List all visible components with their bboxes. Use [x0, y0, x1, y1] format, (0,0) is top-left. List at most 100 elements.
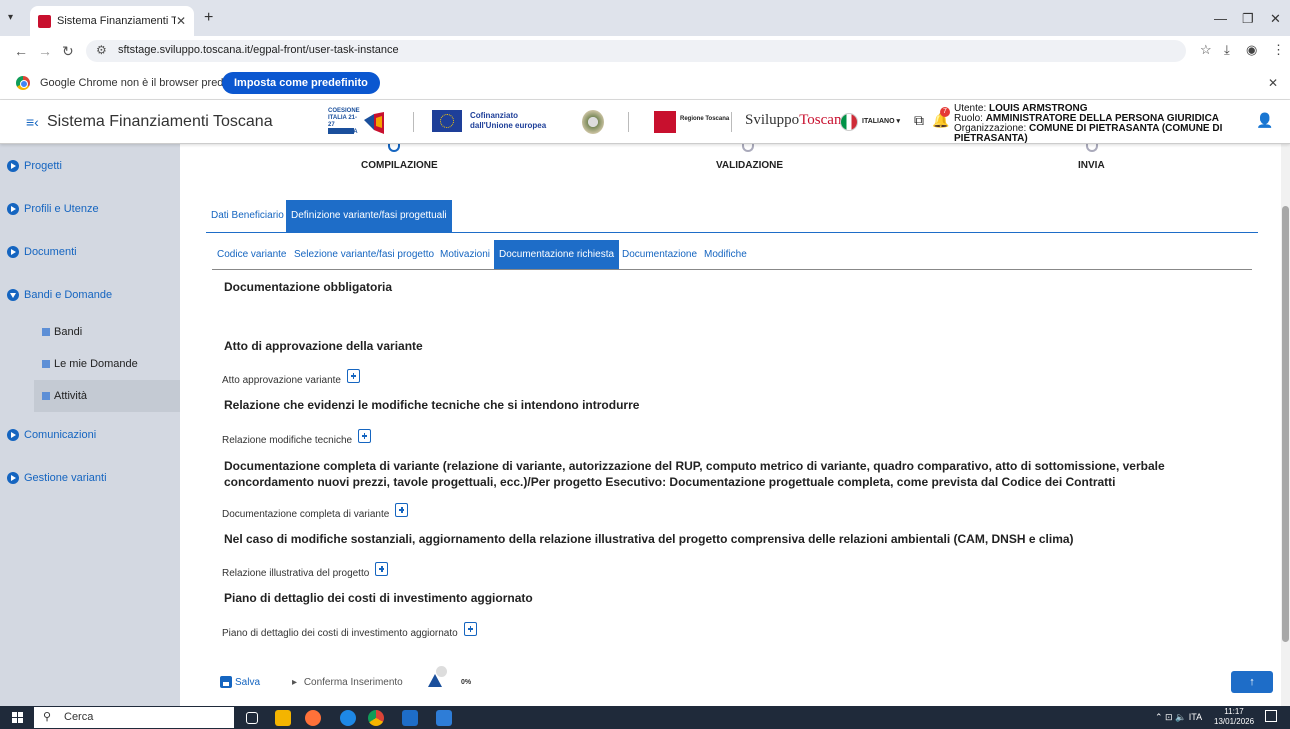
- expand-icon: [7, 203, 19, 215]
- tab-modifiche[interactable]: Modifiche: [699, 240, 752, 269]
- tab-documentazione[interactable]: Documentazione: [617, 240, 702, 269]
- scroll-to-top-button[interactable]: ↑: [1231, 671, 1273, 693]
- step-node-icon: [388, 144, 400, 152]
- set-default-button[interactable]: Imposta come predefinito: [222, 72, 380, 94]
- section-title-atto: Atto di approvazione della variante: [224, 339, 423, 353]
- sidebar-item-bandi-domande[interactable]: Bandi e Domande: [7, 285, 112, 305]
- upload-icon[interactable]: [463, 622, 477, 636]
- upload-icon[interactable]: [375, 562, 389, 576]
- step-node-icon: [742, 144, 754, 152]
- reload-icon[interactable]: ↻: [62, 43, 74, 60]
- app-icon-2[interactable]: [436, 710, 452, 726]
- collapse-icon: [7, 289, 19, 301]
- address-bar-row: ← → ↻ ⚙ sftstage.sviluppo.toscana.it/egp…: [0, 36, 1290, 66]
- doc-row-atto: Atto approvazione variante: [222, 369, 360, 387]
- step-node-icon: [1086, 144, 1098, 152]
- regione-toscana-logo-icon: [654, 111, 676, 133]
- tab-codice-variante[interactable]: Codice variante: [212, 240, 291, 269]
- upload-icon[interactable]: [346, 369, 360, 383]
- step-invia: INVIA: [1078, 160, 1105, 171]
- sidebar-item-documenti[interactable]: Documenti: [7, 242, 77, 262]
- save-button[interactable]: Salva: [220, 676, 260, 688]
- minimize-icon[interactable]: —: [1214, 11, 1227, 26]
- tab-title: Sistema Finanziamenti Toscana: [57, 15, 176, 27]
- firefox-icon[interactable]: [305, 710, 321, 726]
- new-tab-icon[interactable]: +: [204, 9, 213, 27]
- windows-taskbar: ⚲ Cerca ⌃ ⊡ 🔈 ITA 11:17 13/01/2026: [0, 706, 1290, 729]
- section-title-modifiche-sostanziali: Nel caso di modifiche sostanziali, aggio…: [224, 532, 1074, 546]
- tab-motivazioni[interactable]: Motivazioni: [435, 240, 495, 269]
- doc-row-relazione-illustrativa: Relazione illustrativa del progetto: [222, 562, 389, 580]
- favicon-icon: [38, 14, 51, 28]
- switch-profile-icon[interactable]: ⧉: [914, 112, 924, 129]
- forward-icon[interactable]: →: [38, 43, 52, 59]
- page-scrollbar-thumb[interactable]: [1282, 206, 1289, 642]
- menu-toggle-icon[interactable]: ≡‹: [26, 114, 39, 130]
- eu-flag-icon: [432, 110, 462, 132]
- infobar-close-icon[interactable]: ✕: [1268, 76, 1278, 90]
- notification-badge: 7: [940, 107, 950, 117]
- app-icon[interactable]: [340, 710, 356, 726]
- taskbar-search[interactable]: ⚲ Cerca: [34, 707, 234, 728]
- bullet-icon: [42, 360, 50, 368]
- chrome-icon: [16, 76, 30, 90]
- restore-icon[interactable]: ❐: [1242, 11, 1254, 27]
- tab-dati-beneficiario[interactable]: Dati Beneficiario: [206, 200, 289, 232]
- expand-icon: [7, 429, 19, 441]
- form-footer: Salva ▸ Conferma Inserimento 0%: [180, 664, 1280, 706]
- clock[interactable]: 11:17 13/01/2026: [1214, 707, 1254, 727]
- browser-tab[interactable]: Sistema Finanziamenti Toscana ✕: [30, 6, 194, 36]
- doc-row-relazione: Relazione modifiche tecniche: [222, 429, 372, 447]
- section-title-piano: Piano di dettaglio dei costi di investim…: [224, 591, 533, 605]
- task-view-icon[interactable]: [246, 712, 258, 724]
- url-field[interactable]: ⚙ sftstage.sviluppo.toscana.it/egpal-fro…: [86, 40, 1186, 62]
- process-stepper: COMPILAZIONE VALIDAZIONE INVIA: [200, 144, 1260, 180]
- sidebar-item-comunicazioni[interactable]: Comunicazioni: [7, 425, 96, 445]
- window-close-icon[interactable]: ✕: [1270, 11, 1281, 27]
- menu-dots-icon[interactable]: ⋮: [1272, 42, 1285, 58]
- language-select[interactable]: ITALIANO ▾: [862, 117, 900, 125]
- tab-close-icon[interactable]: ✕: [176, 14, 186, 28]
- italian-republic-emblem-icon: [582, 110, 604, 134]
- sviluppo-toscana-logo: SviluppoToscana: [745, 112, 849, 128]
- sidebar-item-gestione-varianti[interactable]: Gestione varianti: [7, 468, 107, 488]
- zoom-icon[interactable]: [402, 710, 418, 726]
- confirm-insert-button[interactable]: ▸ Conferma Inserimento: [292, 677, 403, 688]
- default-browser-infobar: Google Chrome non è il browser predefini…: [0, 66, 1290, 100]
- profile-icon[interactable]: ◉: [1246, 42, 1257, 58]
- user-avatar-icon[interactable]: 👤: [1256, 112, 1273, 129]
- back-icon[interactable]: ←: [14, 43, 28, 59]
- tab-definizione-variante[interactable]: Definizione variante/fasi progettuali: [286, 200, 452, 232]
- system-tray[interactable]: ⌃ ⊡ 🔈 ITA: [1155, 712, 1202, 723]
- user-info: Utente: LOUIS ARMSTRONG Ruolo: AMMINISTR…: [954, 103, 1223, 144]
- upload-icon[interactable]: [358, 429, 372, 443]
- sidebar-item-progetti[interactable]: Progetti: [7, 156, 62, 176]
- tab-selezione-variante[interactable]: Selezione variante/fasi progetto: [289, 240, 439, 269]
- notification-center-icon[interactable]: [1265, 710, 1277, 722]
- progress-value: 0%: [461, 679, 472, 686]
- sidebar-item-profili[interactable]: Profili e Utenze: [7, 199, 99, 219]
- sidebar-subitem-domande[interactable]: Le mie Domande: [34, 348, 180, 380]
- file-explorer-icon[interactable]: [275, 710, 291, 726]
- browser-tabstrip: ▾ Sistema Finanziamenti Toscana ✕ + — ❐ …: [0, 0, 1290, 36]
- site-info-icon[interactable]: ⚙: [96, 43, 107, 57]
- coesione-logo: COESIONE ITALIA 21-27 TOSCANA: [328, 108, 388, 136]
- expand-icon: [7, 160, 19, 172]
- infobar-message: Google Chrome non è il browser predefini…: [40, 77, 253, 89]
- section-title-relazione: Relazione che evidenzi le modifiche tecn…: [224, 398, 640, 412]
- download-icon[interactable]: ⤓: [1224, 42, 1230, 58]
- tab-list-chevron-icon[interactable]: ▾: [8, 12, 13, 23]
- bullet-icon: [42, 328, 50, 336]
- windows-start-icon[interactable]: [12, 712, 23, 723]
- app-header: ≡‹ Sistema Finanziamenti Toscana COESION…: [0, 100, 1290, 144]
- step-compilazione: COMPILAZIONE: [361, 160, 438, 171]
- expand-icon: [7, 472, 19, 484]
- save-icon: [220, 676, 232, 688]
- doc-row-documentazione: Documentazione completa di variante: [222, 503, 409, 521]
- sidebar-subitem-bandi[interactable]: Bandi: [34, 316, 180, 348]
- chrome-taskbar-icon[interactable]: [368, 710, 384, 726]
- tab-documentazione-richiesta[interactable]: Documentazione richiesta: [494, 240, 620, 269]
- bookmark-star-icon[interactable]: ☆: [1200, 42, 1212, 58]
- upload-icon[interactable]: [395, 503, 409, 517]
- sidebar-subitem-attivita[interactable]: Attività: [34, 380, 180, 412]
